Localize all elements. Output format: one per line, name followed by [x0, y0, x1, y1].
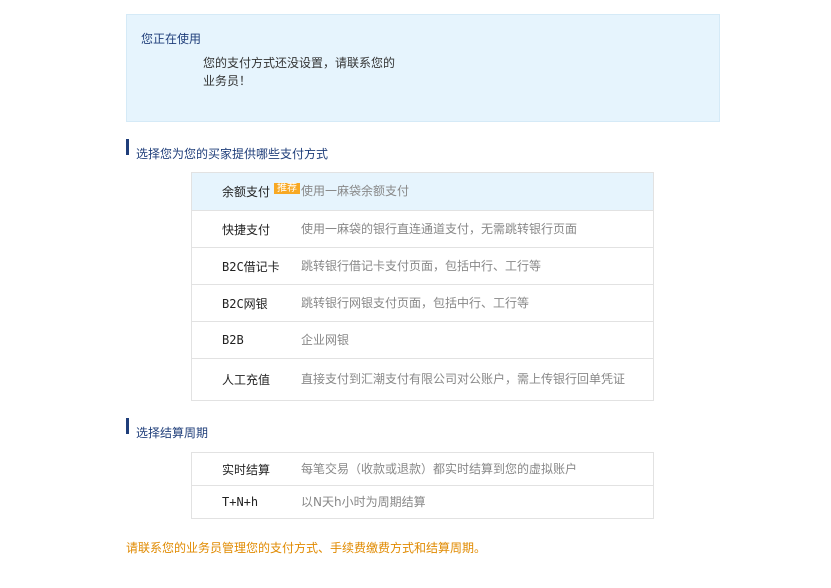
payment-option-desc: 使用一麻袋余额支付 — [301, 172, 654, 211]
payment-option-name-text: 余额支付 — [222, 185, 271, 199]
payment-option-balance[interactable]: 余额支付 推荐 使用一麻袋余额支付 — [191, 172, 654, 211]
payment-option-name: B2C网银 — [191, 284, 301, 322]
payment-option-b2c-debit[interactable]: B2C借记卡 跳转银行借记卡支付页面，包括中行、工行等 — [191, 247, 654, 285]
settlement-option-tnh[interactable]: T+N+h 以N天h小时为周期结算 — [191, 485, 654, 519]
payment-option-desc: 跳转银行网银支付页面，包括中行、工行等 — [301, 284, 654, 322]
payment-option-desc: 使用一麻袋的银行直连通道支付，无需跳转银行页面 — [301, 210, 654, 248]
settlement-option-name: T+N+h — [191, 485, 301, 519]
settlement-option-realtime[interactable]: 实时结算 每笔交易（收款或退款）都实时结算到您的虚拟账户 — [191, 452, 654, 486]
payment-option-desc: 跳转银行借记卡支付页面，包括中行、工行等 — [301, 247, 654, 285]
settlement-option-desc: 以N天h小时为周期结算 — [301, 485, 654, 519]
settlement-option-desc: 每笔交易（收款或退款）都实时结算到您的虚拟账户 — [301, 452, 654, 486]
payment-option-name: 余额支付 推荐 — [191, 172, 301, 211]
payment-option-b2c-netbank[interactable]: B2C网银 跳转银行网银支付页面，包括中行、工行等 — [191, 284, 654, 322]
current-status-message-line2: 业务员！ — [203, 74, 252, 88]
settlement-option-name: 实时结算 — [191, 452, 301, 486]
payment-option-name: 快捷支付 — [191, 210, 301, 248]
payment-option-manual[interactable]: 人工充值 直接支付到汇潮支付有限公司对公账户，需上传银行回单凭证 — [191, 358, 654, 401]
section-marker — [126, 139, 129, 155]
settlement-cycle-heading: 选择结算周期 — [126, 418, 209, 441]
payment-option-name: 人工充值 — [191, 358, 301, 401]
current-status-message: 您的支付方式还没设置，请联系您的 业务员！ — [203, 54, 413, 90]
current-status-title: 您正在使用 — [141, 32, 202, 46]
current-status-panel: 您正在使用 您的支付方式还没设置，请联系您的 业务员！ — [126, 14, 720, 122]
recommended-badge: 推荐 — [274, 183, 301, 194]
payment-option-name: B2B — [191, 321, 301, 359]
settlement-cycle-table: 实时结算 每笔交易（收款或退款）都实时结算到您的虚拟账户 T+N+h 以N天h小… — [191, 452, 654, 519]
payment-methods-heading: 选择您为您的买家提供哪些支付方式 — [126, 139, 329, 162]
settlement-cycle-heading-text: 选择结算周期 — [136, 426, 209, 440]
contact-salesperson-note: 请联系您的业务员管理您的支付方式、手续费缴费方式和结算周期。 — [126, 541, 487, 555]
section-marker — [126, 418, 129, 434]
payment-option-desc: 直接支付到汇潮支付有限公司对公账户，需上传银行回单凭证 — [301, 358, 654, 401]
payment-option-quick[interactable]: 快捷支付 使用一麻袋的银行直连通道支付，无需跳转银行页面 — [191, 210, 654, 248]
payment-option-b2b[interactable]: B2B 企业网银 — [191, 321, 654, 359]
payment-methods-table: 余额支付 推荐 使用一麻袋余额支付 快捷支付 使用一麻袋的银行直连通道支付，无需跳… — [191, 172, 654, 401]
payment-methods-heading-text: 选择您为您的买家提供哪些支付方式 — [136, 147, 329, 161]
payment-option-desc: 企业网银 — [301, 321, 654, 359]
current-status-message-line1: 您的支付方式还没设置，请联系您的 — [203, 56, 396, 70]
payment-option-name: B2C借记卡 — [191, 247, 301, 285]
